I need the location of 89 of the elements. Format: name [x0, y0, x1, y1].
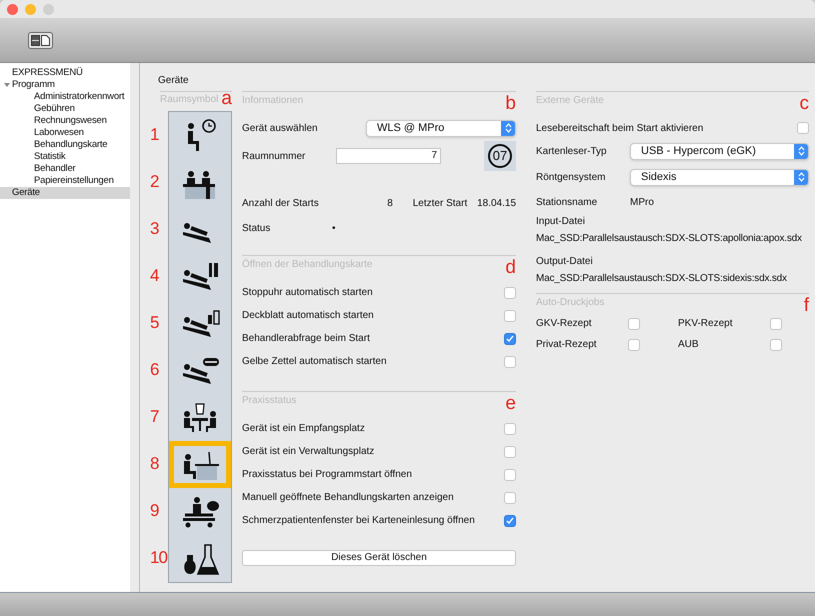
annotation-number: 6 [150, 360, 158, 380]
annotation-letter: a [221, 89, 232, 111]
field-label: Raumnummer [242, 150, 306, 164]
checkbox[interactable] [504, 422, 516, 434]
sidebar-item[interactable]: Laborwesen [0, 127, 130, 139]
field-label: Röntgensystem [536, 170, 606, 184]
annotation-letter: c [800, 94, 809, 114]
option-label: GKV-Rezept [536, 317, 592, 331]
sidebar-item[interactable]: Rechnungswesen [0, 115, 130, 127]
option-label: Privat-Rezept [536, 338, 597, 352]
option-label: Gelbe Zettel automatisch starten [242, 355, 387, 369]
sidebar-item[interactable]: Gebühren [0, 103, 130, 115]
xray-system-select[interactable]: Sidexis [630, 168, 809, 186]
sidebar-item[interactable]: Behandlungskarte [0, 139, 130, 151]
option-label: Manuell geöffnete Behandlungskarten anzeigen [242, 491, 454, 505]
file-path: Mac_SSD:Parallelsaustausch:SDX-SLOTS:sidexis:sdx.sdx [536, 272, 788, 286]
annotation-number: 5 [150, 312, 158, 332]
checkbox[interactable] [628, 338, 640, 350]
annotation-number: 8 [150, 454, 158, 474]
sidebar-item[interactable]: EXPRESSMENÜ [0, 67, 130, 79]
split-view-icon [31, 34, 40, 46]
checkbox[interactable] [504, 468, 516, 480]
sidebar-item[interactable]: Geräte [0, 187, 130, 199]
sidebar-item[interactable]: Statistik [0, 151, 130, 163]
sidebar-item[interactable]: Papiereinstellungen [0, 175, 130, 187]
checkbox[interactable] [628, 318, 640, 330]
sidebar-item[interactable]: Programm [0, 79, 130, 91]
field-label: Letzter Start [412, 196, 468, 210]
annotation-number: 9 [150, 500, 158, 520]
checkbox[interactable] [797, 122, 809, 134]
option-label: Deckblatt automatisch starten [242, 309, 374, 323]
option-label: Gerät ist ein Empfangsplatz [242, 422, 365, 436]
minimize-button[interactable] [25, 4, 36, 14]
option-label: Gerät ist ein Verwaltungsplatz [242, 445, 374, 459]
card-reader-select[interactable]: USB - Hypercom (eGK) [630, 142, 809, 160]
view-toggle-button[interactable] [28, 32, 53, 48]
stepper-icon [798, 146, 804, 156]
annotation-letter: f [804, 296, 809, 316]
sidebar-item[interactable]: Behandler [0, 163, 130, 175]
room-number-badge: 07 [484, 141, 516, 171]
field-label: Kartenleser-Typ [536, 144, 608, 158]
field-value: 18.04.15 [477, 196, 516, 210]
field-label: Input-Datei [536, 215, 586, 229]
close-button[interactable] [7, 4, 18, 14]
checkbox[interactable] [504, 332, 516, 344]
delete-device-button[interactable]: Dieses Gerät löschen [242, 550, 516, 566]
option-label: Schmerzpatientenfenster bei Karteneinlesung öffnen [242, 514, 475, 528]
option-label: AUB [678, 338, 699, 352]
checkbox[interactable] [504, 286, 516, 298]
checkbox[interactable] [770, 318, 782, 330]
page-title: Geräte [158, 74, 190, 88]
zoom-button[interactable] [43, 4, 54, 14]
field-value: • [332, 222, 336, 236]
annotation-number: 7 [150, 406, 158, 426]
field-value: MPro [630, 196, 654, 210]
stepper-icon [798, 172, 804, 182]
sidebar-item[interactable]: Administratorkennwort [0, 91, 130, 103]
option-label: Praxisstatus bei Programmstart öffnen [242, 468, 412, 482]
file-path: Mac_SSD:Parallelsaustausch:SDX-SLOTS:apollonia:apox.sdx [536, 232, 803, 246]
annotation-letter: e [505, 394, 516, 414]
device-select[interactable]: WLS @ MPro [366, 120, 516, 136]
checkbox[interactable] [504, 356, 516, 368]
field-label: Status [242, 222, 272, 236]
room-symbol-item[interactable] [168, 441, 231, 488]
checkbox[interactable] [504, 492, 516, 504]
page-icon [41, 34, 50, 46]
annotation-letter: b [505, 94, 516, 114]
field-label: Output-Datei [536, 255, 594, 269]
option-label: Lesebereitschaft beim Start aktivieren [536, 122, 704, 136]
field-label: Anzahl der Starts [242, 196, 320, 210]
annotation-number: 3 [150, 218, 158, 238]
room-number-field[interactable]: 7 [336, 148, 441, 164]
field-value: 8 [386, 196, 393, 210]
checkbox[interactable] [770, 338, 782, 350]
checkbox[interactable] [504, 310, 516, 322]
annotation-number: 2 [150, 172, 158, 192]
option-label: Behandlerabfrage beim Start [242, 332, 370, 346]
checkbox[interactable] [504, 514, 516, 526]
field-label: Stationsname [536, 196, 598, 210]
field-label: Gerät auswählen [242, 122, 319, 136]
annotation-letter: d [505, 258, 516, 278]
option-label: PKV-Rezept [678, 317, 732, 331]
annotation-number: 10 [150, 548, 167, 568]
option-label: Stoppuhr automatisch starten [242, 286, 373, 300]
annotation-number: 4 [150, 266, 158, 286]
annotation-number: 1 [150, 124, 158, 144]
checkbox[interactable] [504, 446, 516, 458]
disclosure-triangle-icon[interactable] [4, 82, 10, 88]
stepper-icon [504, 123, 512, 133]
